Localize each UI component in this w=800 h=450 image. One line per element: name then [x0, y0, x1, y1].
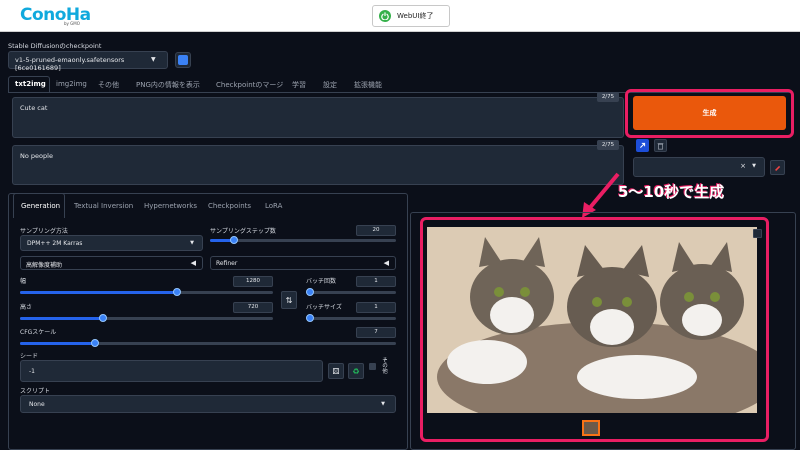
script-label: スクリプト: [20, 388, 51, 395]
height-input[interactable]: 720: [233, 302, 273, 313]
script-value: None: [29, 401, 45, 408]
width-input[interactable]: 1280: [233, 276, 273, 287]
annotation-text: 5〜10秒で生成: [618, 183, 725, 201]
extra-seed-label: その他: [381, 357, 387, 374]
output-highlight-frame: [420, 217, 769, 442]
styles-select[interactable]: × ▼: [633, 157, 765, 177]
generate-button[interactable]: 生成: [633, 96, 786, 130]
clear-prompt-button[interactable]: [654, 139, 667, 152]
slider-knob[interactable]: [306, 314, 314, 322]
tab-checkpoint-merge[interactable]: Checkpointのマージ: [216, 80, 283, 90]
chevron-down-icon: ▼: [190, 240, 194, 246]
brush-icon: [774, 165, 780, 171]
batch-size-label: バッチサイズ: [306, 304, 342, 311]
refiner-accordion[interactable]: Refiner ◀: [210, 256, 396, 270]
chevron-down-icon: ▼: [381, 401, 385, 407]
batch-count-input[interactable]: 1: [356, 276, 396, 287]
tab-train[interactable]: 学習: [292, 80, 306, 90]
hires-fix-label: 高解像度補助: [26, 262, 63, 269]
width-slider[interactable]: [20, 288, 273, 296]
slider-fill: [20, 317, 104, 320]
negative-prompt-text: No people: [20, 152, 53, 160]
paste-button[interactable]: [636, 139, 649, 152]
refiner-label: Refiner: [216, 260, 238, 267]
swap-dimensions-button[interactable]: ⇅: [281, 291, 297, 309]
tab-extensions[interactable]: 拡張機能: [354, 80, 382, 90]
steps-label: サンプリングステップ数: [210, 228, 276, 235]
refresh-icon: [178, 55, 188, 65]
width-label: 幅: [20, 278, 27, 285]
cfg-scale-slider[interactable]: [20, 339, 396, 347]
subtab-hypernetworks[interactable]: Hypernetworks: [144, 202, 197, 210]
tab-png-info[interactable]: PNG内の情報を表示: [136, 80, 200, 90]
subtab-generation[interactable]: Generation: [21, 202, 60, 210]
output-thumbnail[interactable]: [582, 420, 600, 436]
height-label: 高さ: [20, 304, 33, 311]
positive-prompt-input[interactable]: Cute cat: [12, 97, 624, 138]
power-icon: [379, 10, 391, 22]
negative-prompt-input[interactable]: No people: [12, 145, 624, 185]
negative-token-counter: 2/75: [597, 140, 619, 150]
slider-fill: [20, 342, 96, 345]
arrow-icon: [640, 142, 646, 148]
caret-left-icon: ◀: [383, 259, 389, 267]
positive-prompt-text: Cute cat: [20, 104, 48, 112]
slider-knob[interactable]: [172, 288, 181, 296]
sampler-label: サンプリング方法: [20, 228, 68, 235]
batch-size-slider[interactable]: [306, 314, 396, 322]
checkpoint-label: Stable Diffusionのcheckpoint: [8, 42, 102, 50]
conoha-logo: ConoHa: [20, 5, 91, 25]
steps-input[interactable]: 20: [356, 225, 396, 236]
tab-settings[interactable]: 設定: [323, 80, 337, 90]
subtab-lora[interactable]: LoRA: [265, 202, 282, 210]
chevron-down-icon: ▼: [752, 163, 756, 169]
swap-icon: ⇅: [285, 295, 293, 305]
conoha-logo-sub: by GMO: [64, 21, 80, 26]
caret-left-icon: ◀: [190, 259, 196, 267]
batch-count-slider[interactable]: [306, 288, 396, 296]
tab-txt2img[interactable]: txt2img: [15, 80, 46, 88]
apply-style-button[interactable]: [770, 160, 785, 175]
hires-fix-accordion[interactable]: 高解像度補助 ◀: [20, 256, 203, 270]
random-seed-button[interactable]: ⚄: [328, 363, 344, 379]
subtab-checkpoints[interactable]: Checkpoints: [208, 202, 251, 210]
chevron-down-icon: ▼: [151, 56, 156, 63]
recycle-icon: ♻: [352, 366, 360, 376]
checkpoint-select[interactable]: v1-5-pruned-emaonly.safetensors [6ce0161…: [8, 51, 168, 72]
sampler-select[interactable]: DPM++ 2M Karras ▼: [20, 235, 203, 251]
refresh-checkpoint-button[interactable]: [175, 52, 191, 68]
steps-slider[interactable]: [210, 236, 396, 244]
reuse-seed-button[interactable]: ♻: [348, 363, 364, 379]
batch-count-label: バッチ回数: [306, 278, 337, 285]
webui-exit-button[interactable]: WebUI終了: [372, 5, 450, 27]
webui-exit-label: WebUI終了: [397, 12, 434, 20]
seed-input[interactable]: -1: [20, 360, 323, 382]
sampler-value: DPM++ 2M Karras: [27, 240, 83, 247]
positive-token-counter: 2/75: [597, 92, 619, 102]
slider-knob[interactable]: [306, 288, 314, 296]
subtab-textual-inversion[interactable]: Textual Inversion: [74, 202, 133, 210]
tab-extras[interactable]: その他: [98, 80, 119, 90]
height-slider[interactable]: [20, 314, 273, 322]
script-select[interactable]: None ▼: [20, 395, 396, 413]
close-icon[interactable]: ×: [740, 162, 746, 170]
extra-seed-checkbox[interactable]: [369, 363, 376, 370]
cfg-scale-label: CFGスケール: [20, 329, 57, 336]
slider-fill: [20, 291, 177, 294]
trash-icon: [657, 142, 664, 150]
tab-img2img[interactable]: img2img: [56, 80, 87, 88]
cfg-scale-input[interactable]: 7: [356, 327, 396, 338]
batch-size-input[interactable]: 1: [356, 302, 396, 313]
dice-icon: ⚄: [332, 366, 340, 376]
seed-label: シード: [20, 353, 39, 360]
